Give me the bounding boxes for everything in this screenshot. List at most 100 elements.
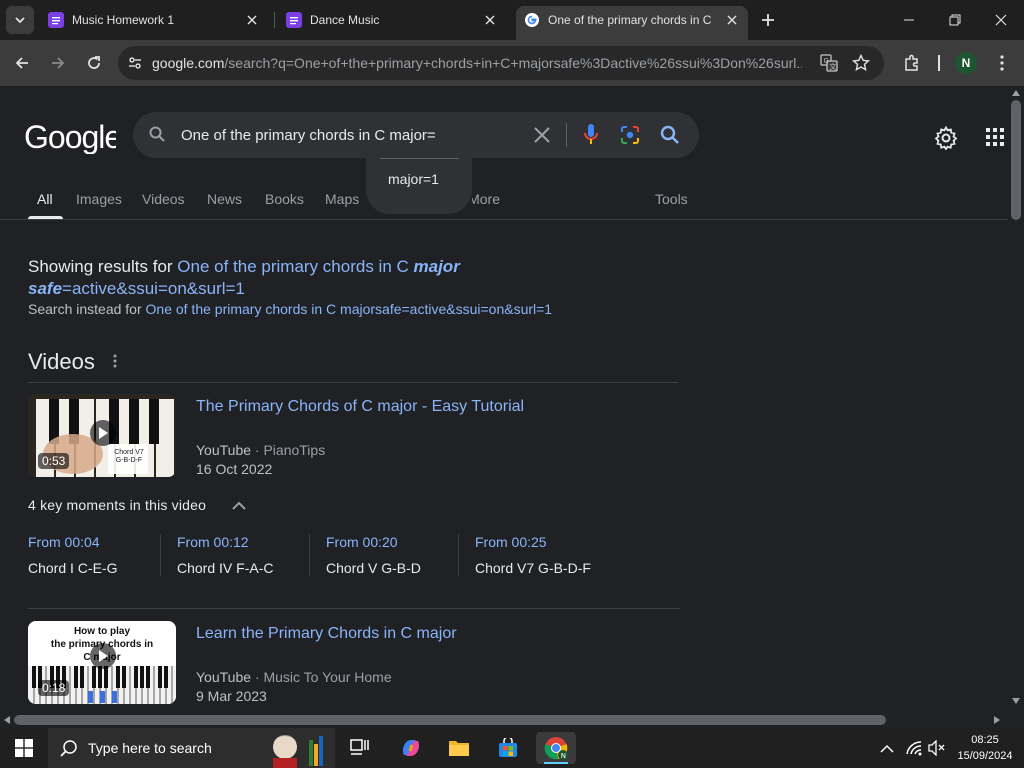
video-thumbnail[interactable]: How to playthe primary chords inC major …	[28, 621, 176, 704]
key-moment-time: From 00:25	[475, 534, 547, 550]
back-button[interactable]	[8, 49, 36, 77]
scrollbar-thumb[interactable]	[14, 715, 886, 725]
voice-search-icon[interactable]	[583, 123, 599, 152]
arrow-right-icon	[52, 57, 65, 69]
search-box[interactable]	[133, 112, 699, 158]
restore-button[interactable]	[932, 0, 978, 40]
vertical-scrollbar[interactable]	[1008, 86, 1024, 712]
video-thumbnail[interactable]: Chord V7 G-B-D-F 0:53	[28, 394, 176, 477]
video-date: 9 Mar 2023	[196, 688, 267, 704]
close-icon[interactable]	[482, 12, 498, 28]
scroll-up-icon[interactable]	[1012, 90, 1020, 96]
windows-taskbar: Type here to search N 08:25 15/09/2024	[0, 728, 1024, 768]
close-icon[interactable]	[244, 12, 260, 28]
videos-heading: Videos	[28, 349, 95, 374]
tab-news[interactable]: News	[207, 191, 242, 207]
video-title-link[interactable]: The Primary Chords of C major - Easy Tut…	[196, 398, 524, 416]
search-input[interactable]	[181, 112, 521, 158]
clear-search-button[interactable]	[533, 126, 551, 149]
taskbar-search[interactable]: Type here to search	[48, 728, 335, 768]
chevron-up-icon[interactable]	[232, 498, 246, 516]
url-host: google.com	[152, 55, 225, 71]
horizontal-scrollbar[interactable]	[0, 712, 1008, 728]
tab-videos[interactable]: Videos	[142, 191, 185, 207]
new-tab-button[interactable]	[756, 8, 780, 32]
key-moment-time: From 00:20	[326, 534, 398, 550]
search-submit-icon[interactable]	[660, 125, 680, 150]
scroll-left-icon[interactable]	[4, 716, 10, 724]
store-button[interactable]	[488, 732, 528, 764]
tab-search-button[interactable]	[6, 6, 34, 34]
google-logo[interactable]: Google	[24, 119, 122, 162]
tab-title: Dance Music	[310, 13, 380, 27]
chrome-menu-button[interactable]	[988, 49, 1016, 77]
grid-icon	[986, 128, 1004, 146]
key-moment[interactable]: From 00:04 Chord I C-E-G	[28, 534, 168, 576]
translate-icon[interactable]: G文	[820, 54, 838, 75]
search-results-page: Google major=1 All Images Videos News	[0, 86, 1008, 712]
scroll-right-icon[interactable]	[994, 716, 1000, 724]
search-instead-prefix: Search instead for	[28, 301, 146, 317]
corrected-text: =active&ssui=on&surl=1	[62, 279, 245, 298]
folder-icon	[449, 741, 469, 756]
copilot-button[interactable]	[391, 732, 431, 764]
tab-google-search[interactable]: One of the primary chords in C	[516, 6, 748, 40]
volume-muted-icon[interactable]	[928, 739, 946, 761]
search-instead-link[interactable]: One of the primary chords in C majorsafe…	[146, 301, 553, 317]
key-moment[interactable]: From 00:25 Chord V7 G-B-D-F	[475, 534, 635, 576]
lens-icon[interactable]	[620, 125, 640, 150]
key-moment[interactable]: From 00:20 Chord V G-B-D	[326, 534, 466, 576]
tab-dance-music[interactable]: Dance Music	[278, 6, 506, 34]
file-explorer-button[interactable]	[439, 732, 479, 764]
tab-books[interactable]: Books	[265, 191, 304, 207]
site-info-icon[interactable]	[118, 55, 152, 71]
star-icon[interactable]	[851, 53, 871, 75]
clock-date: 15/09/2024	[957, 750, 1013, 762]
dropdown-divider	[380, 158, 459, 159]
task-view-button[interactable]	[340, 732, 380, 764]
task-view-icon	[350, 739, 369, 755]
suggestion-item[interactable]: major=1	[388, 171, 439, 187]
corrected-bold: major	[413, 257, 460, 276]
more-vert-icon[interactable]	[113, 354, 117, 373]
video-duration: 0:53	[38, 453, 70, 469]
chevron-down-icon	[15, 17, 25, 24]
apps-button[interactable]	[986, 128, 1004, 151]
tab-divider	[274, 12, 275, 28]
video-title-link[interactable]: Learn the Primary Chords in C major	[196, 625, 457, 643]
chevron-up-icon[interactable]	[880, 741, 894, 759]
scroll-corner	[1008, 712, 1024, 728]
correction-prefix: Showing results for	[28, 257, 178, 276]
tools-button[interactable]: Tools	[655, 191, 688, 207]
tab-more[interactable]: More	[472, 191, 500, 207]
svg-text:文: 文	[830, 62, 837, 71]
chrome-taskbar-button[interactable]: N	[536, 732, 576, 764]
result-divider	[28, 608, 680, 609]
tab-all[interactable]: All	[37, 191, 53, 207]
clock[interactable]: 08:25 15/09/2024	[950, 732, 1020, 764]
svg-text:G: G	[824, 57, 829, 65]
profile-button[interactable]: N	[952, 49, 980, 77]
tab-music-homework[interactable]: Music Homework 1	[40, 6, 268, 34]
close-window-button[interactable]	[978, 0, 1024, 40]
settings-button[interactable]	[934, 125, 958, 155]
minimize-button[interactable]	[886, 0, 932, 40]
network-icon[interactable]	[905, 740, 923, 761]
tab-images[interactable]: Images	[76, 191, 122, 207]
close-icon[interactable]	[724, 12, 740, 28]
scroll-down-icon[interactable]	[1012, 698, 1020, 704]
spelling-correction: Showing results for One of the primary c…	[28, 256, 548, 300]
forward-button[interactable]	[44, 49, 72, 77]
video-platform: YouTube	[196, 669, 252, 685]
svg-text:N: N	[561, 752, 566, 760]
address-bar[interactable]: google.com/search?q=One+of+the+primary+c…	[118, 46, 884, 80]
scrollbar-thumb[interactable]	[1011, 100, 1021, 220]
copilot-icon	[402, 740, 420, 756]
tab-maps[interactable]: Maps	[325, 191, 359, 207]
reload-button[interactable]	[80, 49, 108, 77]
arrow-left-icon	[15, 57, 28, 69]
key-moment[interactable]: From 00:12 Chord IV F-A-C	[177, 534, 317, 576]
start-button[interactable]	[4, 732, 44, 764]
reload-icon	[88, 56, 100, 69]
extensions-button[interactable]	[898, 49, 926, 77]
